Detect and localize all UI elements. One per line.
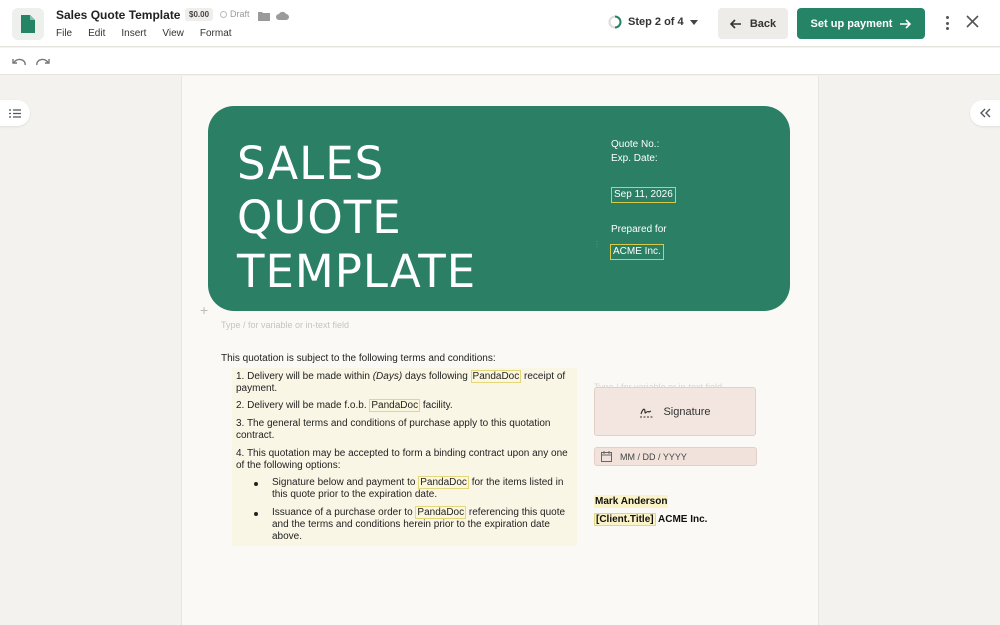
hero-title[interactable]: SALES QUOTE TEMPLATE: [237, 137, 567, 299]
term-item: 4. This quotation may be accepted to for…: [236, 448, 568, 471]
exp-date-label: Exp. Date:: [611, 153, 658, 164]
step-label: Step 2 of 4: [628, 16, 684, 28]
outline-toggle-button[interactable]: [0, 100, 30, 126]
company-variable[interactable]: PandaDoc: [369, 399, 421, 412]
days-variable[interactable]: (Days): [373, 371, 402, 382]
collapse-panel-button[interactable]: [970, 100, 1000, 126]
document-icon[interactable]: [12, 8, 44, 40]
hero-title-line: TEMPLATE: [237, 245, 477, 298]
more-vertical-icon[interactable]: [940, 14, 954, 32]
menu-file[interactable]: File: [56, 28, 72, 39]
menu-format[interactable]: Format: [200, 28, 232, 39]
list-item: Issuance of a purchase order to PandaDoc…: [272, 506, 577, 543]
signer-name[interactable]: Mark Anderson: [594, 495, 669, 508]
hero-title-line: QUOTE: [237, 191, 402, 244]
status-badge: Draft: [220, 9, 250, 19]
signature-label: Signature: [663, 405, 711, 418]
arrow-left-icon: [729, 18, 741, 29]
drag-handle-icon[interactable]: ⋮: [593, 241, 601, 251]
setup-payment-label: Set up payment: [810, 17, 893, 30]
term-text: days following: [402, 371, 471, 382]
step-progress-icon: [608, 15, 622, 29]
term-item: 3. The general terms and conditions of p…: [236, 418, 551, 441]
block-placeholder[interactable]: Type / for variable or in-text field: [221, 320, 349, 330]
chevron-down-icon: [689, 19, 698, 25]
terms-intro: This quotation is subject to the followi…: [221, 353, 496, 364]
editor-toolbar: [0, 48, 1000, 75]
cloud-icon[interactable]: [276, 8, 289, 26]
bullet-icon: [254, 512, 258, 516]
term-text: Issuance of a purchase order to: [272, 507, 416, 518]
menu-bar: File Edit Insert View Format: [56, 28, 248, 39]
document-title[interactable]: Sales Quote Template: [56, 8, 180, 22]
client-title-variable[interactable]: [Client.Title]: [594, 513, 656, 526]
term-text: 2. Delivery will be made f.o.b.: [236, 400, 370, 411]
folder-icon[interactable]: [258, 8, 270, 26]
hero-title-line: SALES: [237, 137, 385, 190]
back-button-label: Back: [749, 17, 777, 30]
undo-icon[interactable]: [12, 55, 26, 73]
date-field[interactable]: MM / DD / YYYY: [594, 447, 757, 466]
term-text: 1. Delivery will be made within: [236, 371, 373, 382]
exp-date-field[interactable]: Sep 11, 2026: [611, 187, 676, 203]
quote-number-label: Quote No.:: [611, 139, 660, 150]
menu-view[interactable]: View: [162, 28, 184, 39]
company-variable[interactable]: PandaDoc: [470, 370, 522, 383]
list-icon: [9, 108, 21, 118]
price-badge: $0.00: [185, 8, 214, 21]
back-button[interactable]: Back: [718, 8, 788, 39]
status-dot-icon: [220, 10, 227, 18]
calendar-icon: [601, 451, 612, 462]
term-item: 1. Delivery will be made within (Days) d…: [236, 370, 576, 395]
date-placeholder: MM / DD / YYYY: [620, 451, 687, 462]
setup-payment-button[interactable]: Set up payment: [797, 8, 925, 39]
list-item: Signature below and payment to PandaDoc …: [272, 476, 577, 501]
client-company[interactable]: ACME Inc.: [658, 514, 707, 525]
step-indicator[interactable]: Step 2 of 4: [608, 15, 698, 29]
term-item: 2. Delivery will be made f.o.b. PandaDoc…: [236, 399, 576, 412]
double-chevron-left-icon: [980, 108, 991, 118]
company-variable[interactable]: PandaDoc: [415, 506, 467, 519]
arrow-right-icon: [900, 18, 912, 29]
menu-insert[interactable]: Insert: [121, 28, 146, 39]
signer-title: [Client.Title] ACME Inc.: [594, 513, 707, 526]
top-bar: Sales Quote Template $0.00 Draft File Ed…: [0, 0, 1000, 47]
term-text: facility.: [420, 400, 453, 411]
term-text: Signature below and payment to: [272, 477, 419, 488]
bullet-icon: [254, 482, 258, 486]
company-variable[interactable]: PandaDoc: [418, 476, 469, 489]
plus-icon[interactable]: +: [200, 302, 208, 318]
redo-icon[interactable]: [36, 55, 50, 73]
status-label: Draft: [230, 9, 250, 19]
prepared-for-label: Prepared for: [611, 224, 667, 235]
signature-field[interactable]: Signature: [594, 387, 756, 436]
menu-edit[interactable]: Edit: [88, 28, 105, 39]
signature-icon: [640, 408, 655, 417]
close-icon[interactable]: [966, 15, 979, 33]
client-company-field[interactable]: ACME Inc.: [610, 244, 664, 260]
